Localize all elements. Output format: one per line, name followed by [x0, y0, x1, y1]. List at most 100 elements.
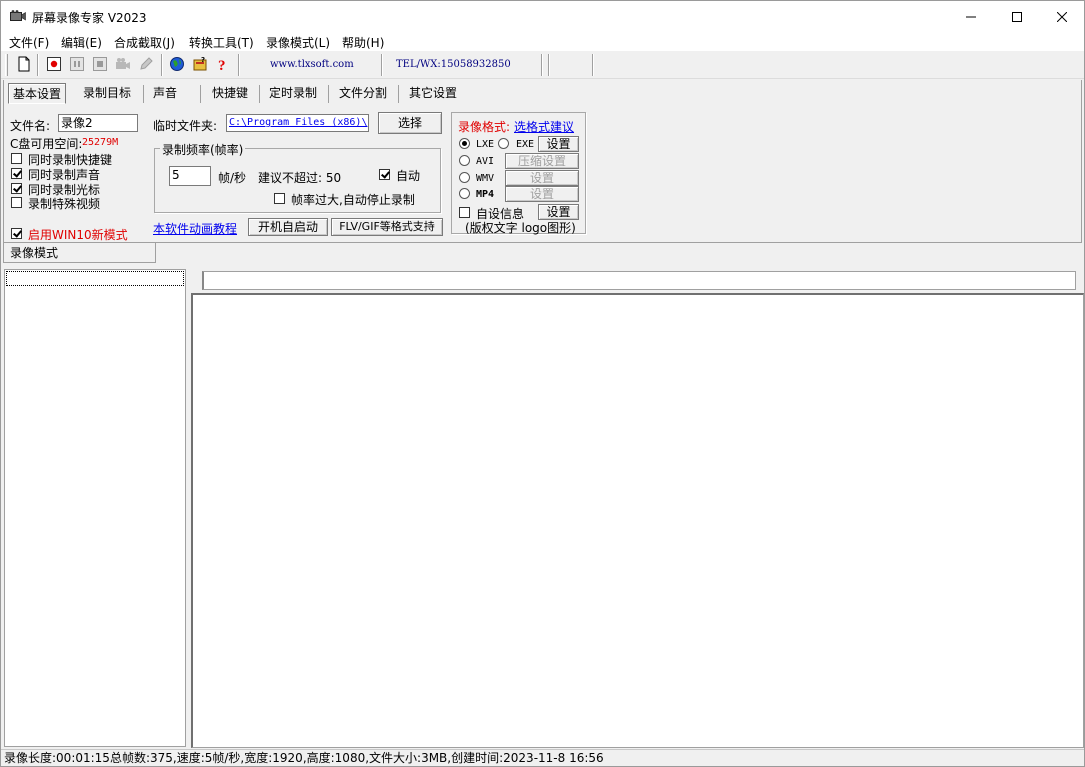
maximize-icon — [1012, 11, 1022, 22]
fps-group-title: 录制频率(帧率) — [160, 141, 246, 158]
record-hotkey-checkbox[interactable] — [11, 153, 22, 164]
tab-other-settings[interactable]: 其它设置 — [405, 83, 461, 104]
custom-info-settings-button[interactable]: 设置 — [538, 204, 579, 220]
autostart-button[interactable]: 开机自启动 — [248, 218, 328, 236]
fps-unit-label: 帧/秒 — [218, 171, 247, 185]
format-lxe-label: LXE — [476, 139, 495, 150]
filename-input[interactable]: 录像2 — [58, 114, 138, 132]
close-icon — [1057, 11, 1067, 22]
toolbar-separator — [592, 54, 594, 76]
toolbar-separator — [161, 54, 163, 76]
preview-header-strip — [202, 271, 1076, 290]
pause-icon[interactable] — [69, 56, 85, 72]
filename-label: 文件名: — [10, 119, 51, 133]
auto-stop-label: 帧率过大,自动停止录制 — [291, 193, 415, 207]
tab-divider — [328, 85, 329, 103]
tab-record-target[interactable]: 录制目标 — [79, 83, 135, 104]
toolbar-grip[interactable] — [5, 54, 8, 76]
camera-icon[interactable] — [115, 56, 131, 72]
menu-file[interactable]: 文件(F) — [9, 34, 49, 51]
toolbar-separator — [381, 54, 383, 76]
svg-text:?: ? — [201, 56, 205, 64]
close-button[interactable] — [1039, 1, 1084, 32]
globe-icon[interactable] — [169, 56, 185, 72]
app-camera-icon — [10, 10, 26, 21]
preview-canvas[interactable] — [191, 293, 1084, 748]
win10-mode-label: 启用WIN10新模式 — [28, 228, 128, 242]
lxe-settings-button[interactable]: 设置 — [538, 136, 579, 152]
auto-fps-checkbox[interactable] — [379, 169, 390, 180]
menu-convert[interactable]: 转换工具(T) — [189, 34, 254, 51]
list-focus-item[interactable] — [6, 271, 184, 286]
tab-file-split[interactable]: 文件分割 — [335, 83, 391, 104]
disk-space-value: 25279M — [82, 137, 119, 148]
toolbar-separator — [238, 54, 240, 76]
new-file-icon[interactable] — [16, 56, 32, 72]
menu-record-mode[interactable]: 录像模式(L) — [266, 34, 330, 51]
title-bar: 屏幕录像专家 V2023 — [1, 1, 1084, 32]
maximize-button[interactable] — [994, 1, 1040, 32]
tab-timed-record[interactable]: 定时录制 — [265, 83, 321, 104]
tab-divider — [259, 85, 260, 103]
temp-folder-input[interactable]: C:\Program Files (x86)\ — [226, 114, 369, 132]
choose-folder-button[interactable]: 选择 — [378, 112, 442, 134]
status-bar: 录像长度:00:01:15总帧数:375,速度:5帧/秒,宽度:1920,高度:… — [1, 749, 1084, 766]
temp-folder-label: 临时文件夹: — [153, 119, 218, 133]
copyright-note: (版权文字 logo图形) — [465, 221, 576, 235]
window-title: 屏幕录像专家 V2023 — [32, 11, 147, 25]
recording-list[interactable] — [4, 269, 186, 747]
format-mp4-label: MP4 — [476, 189, 495, 200]
tab-basic[interactable]: 基本设置 — [8, 83, 67, 104]
custom-info-checkbox[interactable] — [459, 207, 470, 218]
stop-icon[interactable] — [92, 56, 108, 72]
win10-mode-checkbox[interactable] — [11, 228, 22, 239]
website-label[interactable]: www.tlxsoft.com — [270, 59, 354, 70]
minimize-button[interactable] — [948, 1, 994, 32]
toolbar-separator — [541, 54, 543, 76]
format-mp4-radio[interactable] — [459, 188, 470, 199]
menu-help[interactable]: 帮助(H) — [342, 34, 384, 51]
menu-bar: 文件(F) 编辑(E) 合成截取(J) 转换工具(T) 录像模式(L) 帮助(H… — [1, 32, 1084, 51]
format-avi-label: AVI — [476, 156, 495, 167]
menu-edit[interactable]: 编辑(E) — [61, 34, 102, 51]
format-suggest-link[interactable]: 选格式建议 — [514, 118, 574, 135]
toolbar-separator — [548, 54, 550, 76]
app-window: 屏幕录像专家 V2023 文件(F) 编辑(E) 合成截取(J) 转换工具(T)… — [0, 0, 1085, 767]
wmv-settings-button[interactable]: 设置 — [505, 170, 579, 186]
record-special-video-checkbox[interactable] — [11, 197, 22, 208]
record-mode-tab[interactable]: 录像模式 — [3, 243, 156, 263]
fps-hint-label: 建议不超过: 50 — [258, 171, 342, 185]
help-book-icon[interactable]: ? — [192, 56, 208, 72]
minimize-icon — [966, 16, 976, 17]
pen-icon[interactable] — [138, 56, 154, 72]
phone-label: TEL/WX:15058932850 — [396, 59, 511, 70]
toolbar: ? ? www.tlxsoft.com TEL/WX:15058932850 — [1, 51, 1084, 79]
disk-space-label: C盘可用空间: — [10, 137, 83, 151]
record-cursor-checkbox[interactable] — [11, 183, 22, 194]
help-icon[interactable]: ? — [215, 56, 231, 72]
fps-input[interactable]: 5 — [169, 166, 211, 186]
tab-divider — [200, 85, 201, 103]
auto-fps-label: 自动 — [396, 169, 421, 183]
compress-settings-button[interactable]: 压缩设置 — [505, 153, 579, 169]
format-avi-radio[interactable] — [459, 155, 470, 166]
tab-divider — [143, 85, 144, 103]
svg-text:?: ? — [218, 58, 226, 72]
record-special-video-label: 录制特殊视频 — [28, 197, 101, 211]
record-icon[interactable] — [46, 56, 62, 72]
record-sound-checkbox[interactable] — [11, 168, 22, 179]
format-wmv-label: WMV — [476, 173, 495, 184]
format-title: 录像格式: — [458, 120, 511, 134]
format-lxe-radio[interactable] — [459, 138, 470, 149]
menu-compose[interactable]: 合成截取(J) — [114, 34, 175, 51]
mp4-settings-button[interactable]: 设置 — [505, 186, 579, 202]
auto-stop-checkbox[interactable] — [274, 193, 285, 204]
format-wmv-radio[interactable] — [459, 172, 470, 183]
format-exe-label: EXE — [516, 139, 535, 150]
tab-sound[interactable]: 声音 — [149, 83, 181, 104]
flv-gif-button[interactable]: FLV/GIF等格式支持 — [331, 218, 443, 236]
tutorial-link[interactable]: 本软件动画教程 — [153, 220, 237, 237]
format-exe-radio[interactable] — [498, 138, 509, 149]
tab-hotkey[interactable]: 快捷键 — [208, 83, 252, 104]
tab-divider — [398, 85, 399, 103]
